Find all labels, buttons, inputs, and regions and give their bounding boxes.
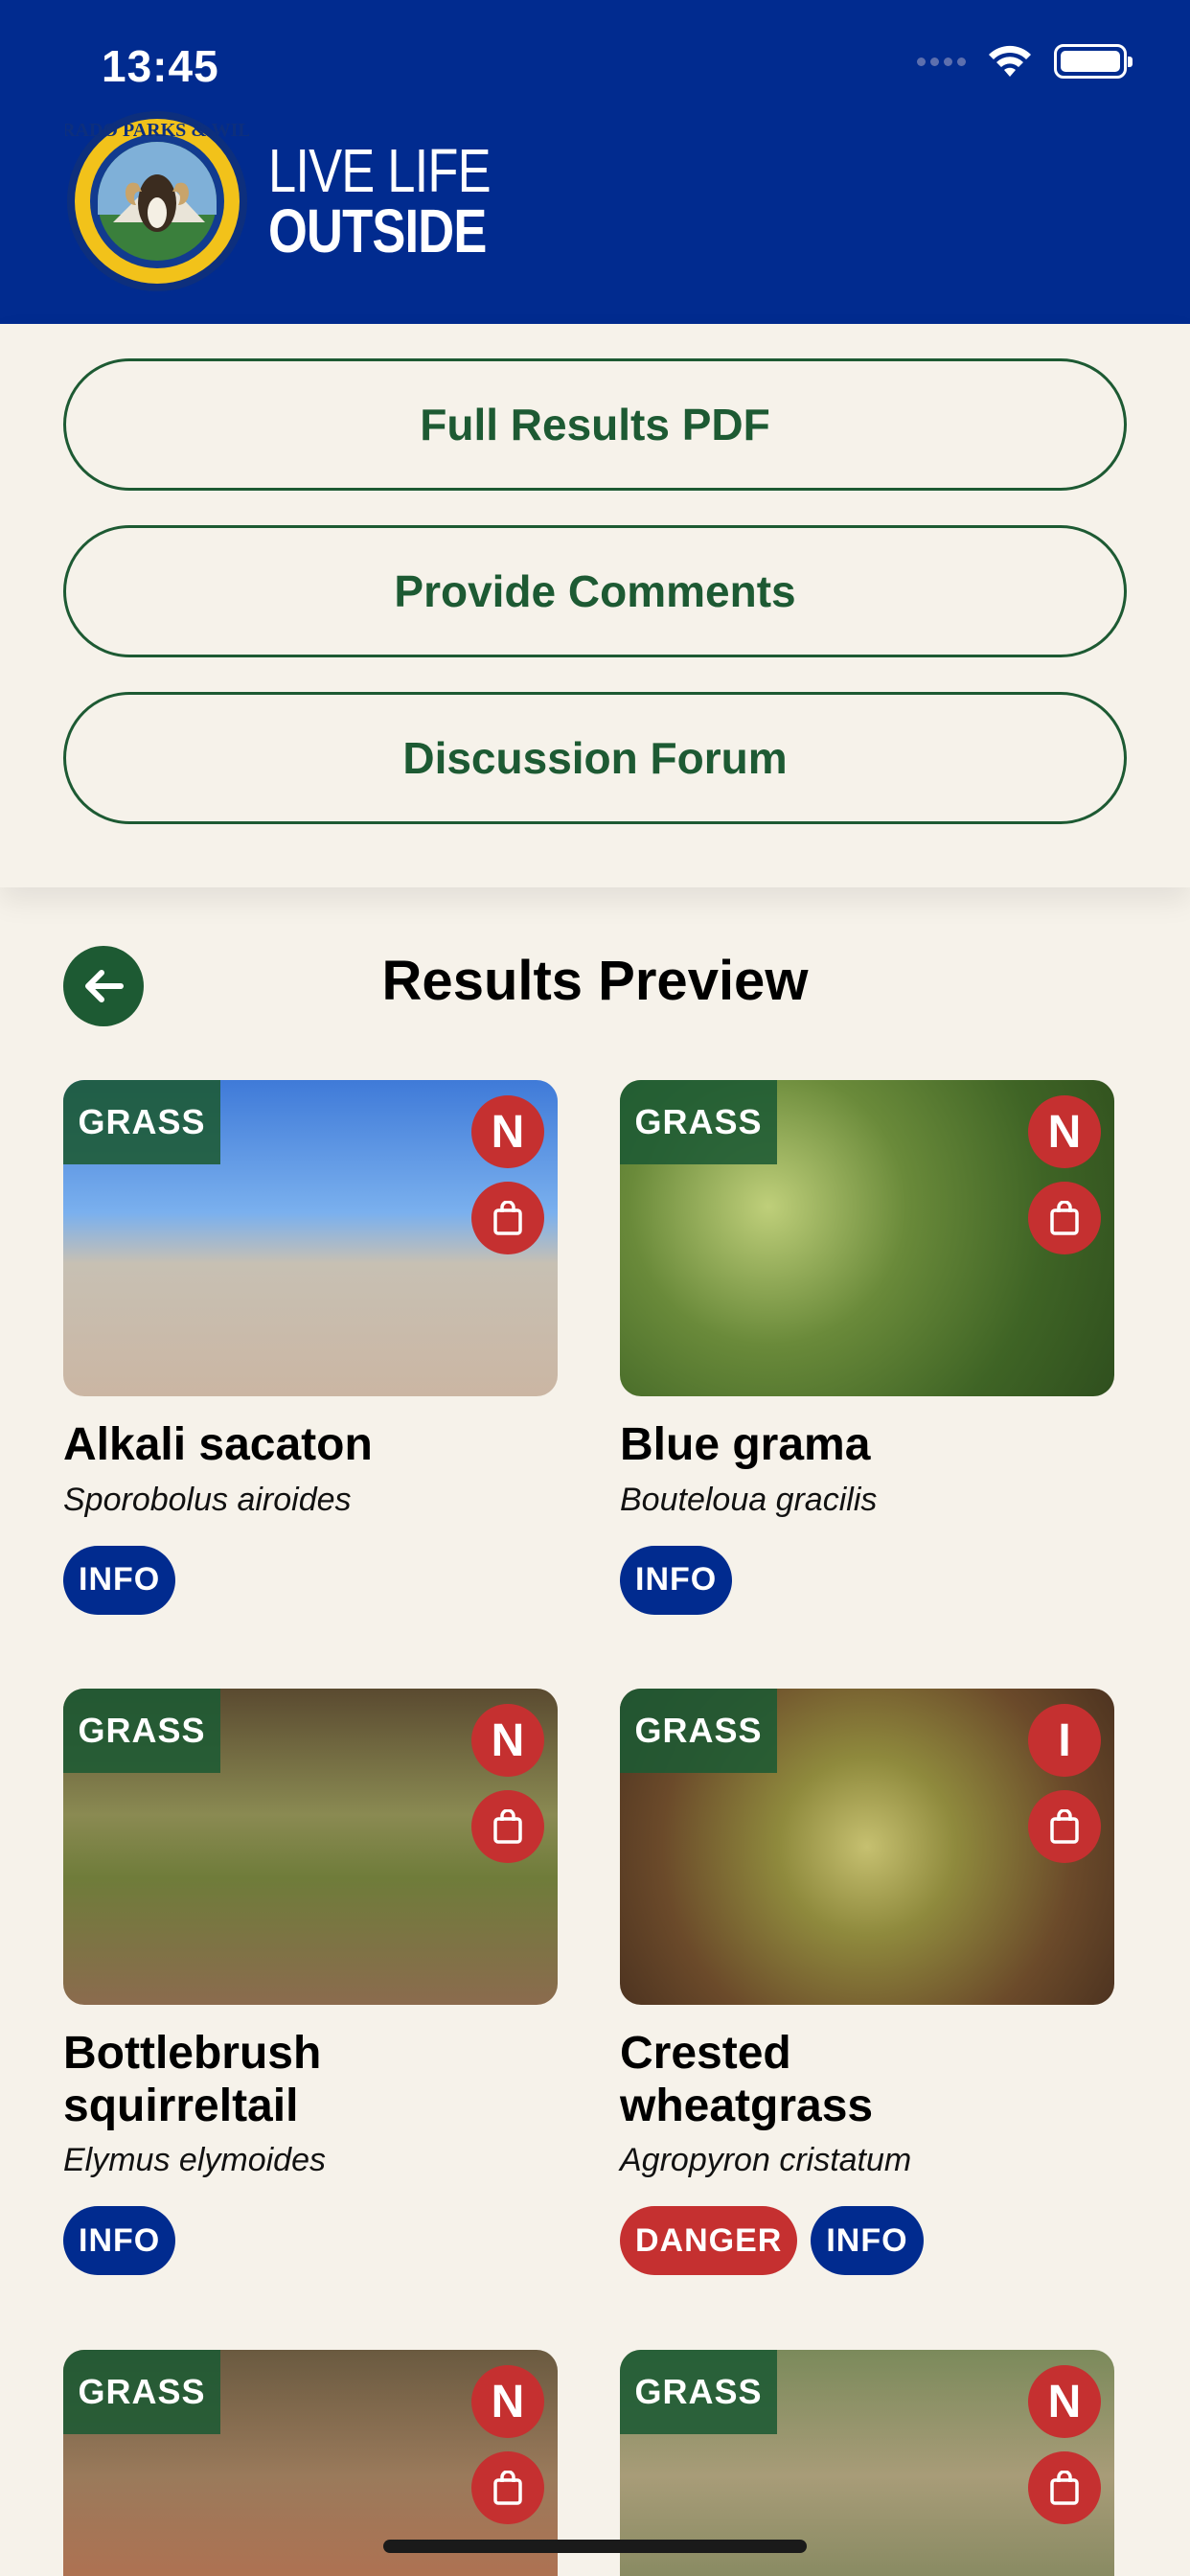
plant-scientific-name: Elymus elymoides [63,2142,326,2179]
category-tag: GRASS [63,1080,220,1164]
results-preview-title: Results Preview [381,950,809,1012]
plant-common-name: Blue grama [620,1419,871,1470]
introduced-status-badge: I [1028,1704,1101,1777]
add-to-bag-button[interactable] [1028,1790,1101,1863]
provide-comments-button[interactable]: Provide Comments [63,525,1127,657]
add-to-bag-button[interactable] [471,1182,544,1254]
category-tag: GRASS [63,2350,220,2434]
plant-card[interactable]: GRASS N Alkali sacaton Sporobolus airoid… [63,1080,558,1615]
logo-wordmark: LIVE LIFE OUTSIDE [268,136,492,265]
category-tag: GRASS [620,1689,777,1773]
plant-card[interactable]: GRASS N Bottlebrush squirreltail Elymus … [63,1689,558,2276]
discussion-forum-button[interactable]: Discussion Forum [63,692,1127,824]
add-to-bag-button[interactable] [471,1790,544,1863]
shopping-bag-icon [1050,1201,1079,1235]
plant-common-name: Crested wheatgrass [620,2028,874,2131]
info-button[interactable]: INFO [811,2206,924,2276]
native-status-badge: N [471,1704,544,1777]
plant-card[interactable]: GRASS N Blue grama Bouteloua gracilis IN… [620,1080,1114,1615]
status-icons [917,44,1133,79]
native-status-badge: N [471,1095,544,1168]
add-to-bag-button[interactable] [1028,1182,1101,1254]
shopping-bag-icon [493,1201,522,1235]
native-status-badge: N [1028,1095,1101,1168]
plant-photo: GRASS N [620,1080,1114,1396]
plant-scientific-name: Bouteloua gracilis [620,1481,878,1518]
logo-line-1: LIVE LIFE [268,136,492,206]
cpw-emblem: COLORADO PARKS & WILDLIFE [65,111,249,291]
native-status-badge: N [471,2365,544,2438]
plant-photo: GRASS N [63,1080,558,1396]
actions-panel: Full Results PDF Provide Comments Discus… [0,324,1190,887]
plant-common-name: Alkali sacaton [63,1419,373,1470]
emblem-ring-text: COLORADO PARKS & WILDLIFE [65,120,249,141]
plant-photo: GRASS N [63,1689,558,2005]
add-to-bag-button[interactable] [471,2451,544,2524]
plant-card[interactable]: GRASS I Crested wheatgrass Agropyron cri… [620,1689,1114,2276]
logo-line-2: OUTSIDE [268,196,487,265]
info-button[interactable]: INFO [63,1545,176,1615]
shopping-bag-icon [1050,2471,1079,2505]
plant-scientific-name: Sporobolus airoides [63,1481,352,1518]
plant-scientific-name: Agropyron cristatum [620,2142,912,2179]
shopping-bag-icon [1050,1809,1079,1844]
battery-icon [1054,44,1133,79]
full-results-pdf-button[interactable]: Full Results PDF [63,358,1127,491]
cpw-logo: COLORADO PARKS & WILDLIFE LIVE LIFE OUTS… [65,109,539,293]
add-to-bag-button[interactable] [1028,2451,1101,2524]
danger-button[interactable]: DANGER [620,2206,798,2276]
info-button[interactable]: INFO [63,2206,176,2276]
info-button[interactable]: INFO [620,1545,733,1615]
plant-photo: GRASS I [620,1689,1114,2005]
native-status-badge: N [1028,2365,1101,2438]
category-tag: GRASS [620,1080,777,1164]
wifi-icon [989,45,1031,77]
plant-common-name: Bottlebrush squirreltail [63,2028,322,2131]
home-indicator[interactable] [383,2540,807,2553]
shopping-bag-icon [493,2471,522,2505]
app-header: 13:45 COLORADO PARKS & WILDLIFE LIVE LIF… [0,0,1190,324]
cellular-signal-icon [917,57,966,66]
category-tag: GRASS [620,2350,777,2434]
category-tag: GRASS [63,1689,220,1773]
shopping-bag-icon [493,1809,522,1844]
status-time: 13:45 [102,41,219,91]
